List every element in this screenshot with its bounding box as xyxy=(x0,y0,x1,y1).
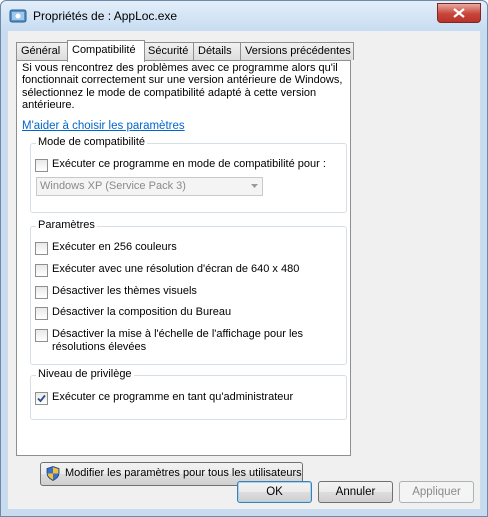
setting-visual-themes-label: Désactiver les thèmes visuels xyxy=(52,285,197,297)
intro-line: Si vous rencontrez des problèmes avec ce… xyxy=(22,62,338,74)
setting-640x480-label: Exécuter avec une résolution d'écran de … xyxy=(52,263,300,275)
close-button[interactable] xyxy=(437,3,481,23)
settings-title: Paramètres xyxy=(36,219,97,231)
tab-compatibility[interactable]: Compatibilité xyxy=(67,40,145,62)
setting-256-colors-label: Exécuter en 256 couleurs xyxy=(52,241,177,253)
setting-dpi-scaling-label-line2: résolutions élevées xyxy=(52,341,147,353)
tab-general[interactable]: Général xyxy=(16,42,69,60)
run-as-admin-checkbox[interactable] xyxy=(35,392,48,405)
uac-shield-icon xyxy=(46,466,60,481)
intro-line: sélectionnez le mode de compatibilité ad… xyxy=(22,86,317,99)
setting-desktop-composition-checkbox[interactable] xyxy=(35,307,48,320)
close-icon xyxy=(453,8,465,18)
intro-line: fonctionnait correctement sur une versio… xyxy=(22,74,343,87)
intro-text: Si vous rencontrez des problèmes avec ce… xyxy=(22,62,344,111)
run-as-admin-label: Exécuter ce programme en tant qu'adminis… xyxy=(52,391,294,403)
window-title: Propriétés de : AppLoc.exe xyxy=(33,9,178,23)
compatibility-panel: Si vous rencontrez des problèmes avec ce… xyxy=(16,60,351,486)
setting-dpi-scaling-checkbox[interactable] xyxy=(35,329,48,342)
dialog-client-area: Général Compatibilité Sécurité Détails V… xyxy=(8,31,480,509)
title-bar[interactable]: Propriétés de : AppLoc.exe xyxy=(1,1,487,31)
apply-button[interactable]: Appliquer xyxy=(399,481,474,503)
chevron-down-icon xyxy=(251,184,258,188)
help-choose-settings-link[interactable]: M'aider à choisir les paramètres xyxy=(22,120,185,132)
setting-visual-themes-checkbox[interactable] xyxy=(35,286,48,299)
tab-details[interactable]: Détails xyxy=(193,42,242,60)
tab-security[interactable]: Sécurité xyxy=(143,42,195,60)
intro-line: antérieure. xyxy=(22,98,75,111)
privilege-title: Niveau de privilège xyxy=(36,368,134,380)
settings-group: Paramètres Exécuter en 256 couleurs Exéc… xyxy=(30,219,347,365)
tab-previous-versions[interactable]: Versions précédentes xyxy=(240,42,354,60)
privilege-group: Niveau de privilège Exécuter ce programm… xyxy=(30,368,347,420)
cancel-button[interactable]: Annuler xyxy=(318,481,393,503)
ok-button[interactable]: OK xyxy=(237,481,312,503)
change-settings-all-users-label: Modifier les paramètres pour tous les ut… xyxy=(65,467,302,479)
compat-os-select[interactable]: Windows XP (Service Pack 3) xyxy=(36,177,263,196)
setting-640x480-checkbox[interactable] xyxy=(35,264,48,277)
app-icon xyxy=(9,9,27,23)
setting-256-colors-checkbox[interactable] xyxy=(35,242,48,255)
compat-mode-label: Exécuter ce programme en mode de compati… xyxy=(52,158,326,170)
compat-mode-checkbox[interactable] xyxy=(35,159,48,172)
properties-window: Propriétés de : AppLoc.exe Général Compa… xyxy=(0,0,488,517)
checkmark-icon xyxy=(37,394,46,403)
setting-dpi-scaling-label: Désactiver la mise à l'échelle de l'affi… xyxy=(52,328,304,340)
compatibility-mode-title: Mode de compatibilité xyxy=(36,136,148,148)
compat-os-value: Windows XP (Service Pack 3) xyxy=(40,180,186,192)
compatibility-mode-group: Mode de compatibilité Exécuter ce progra… xyxy=(30,136,347,213)
setting-desktop-composition-label: Désactiver la composition du Bureau xyxy=(52,306,232,318)
